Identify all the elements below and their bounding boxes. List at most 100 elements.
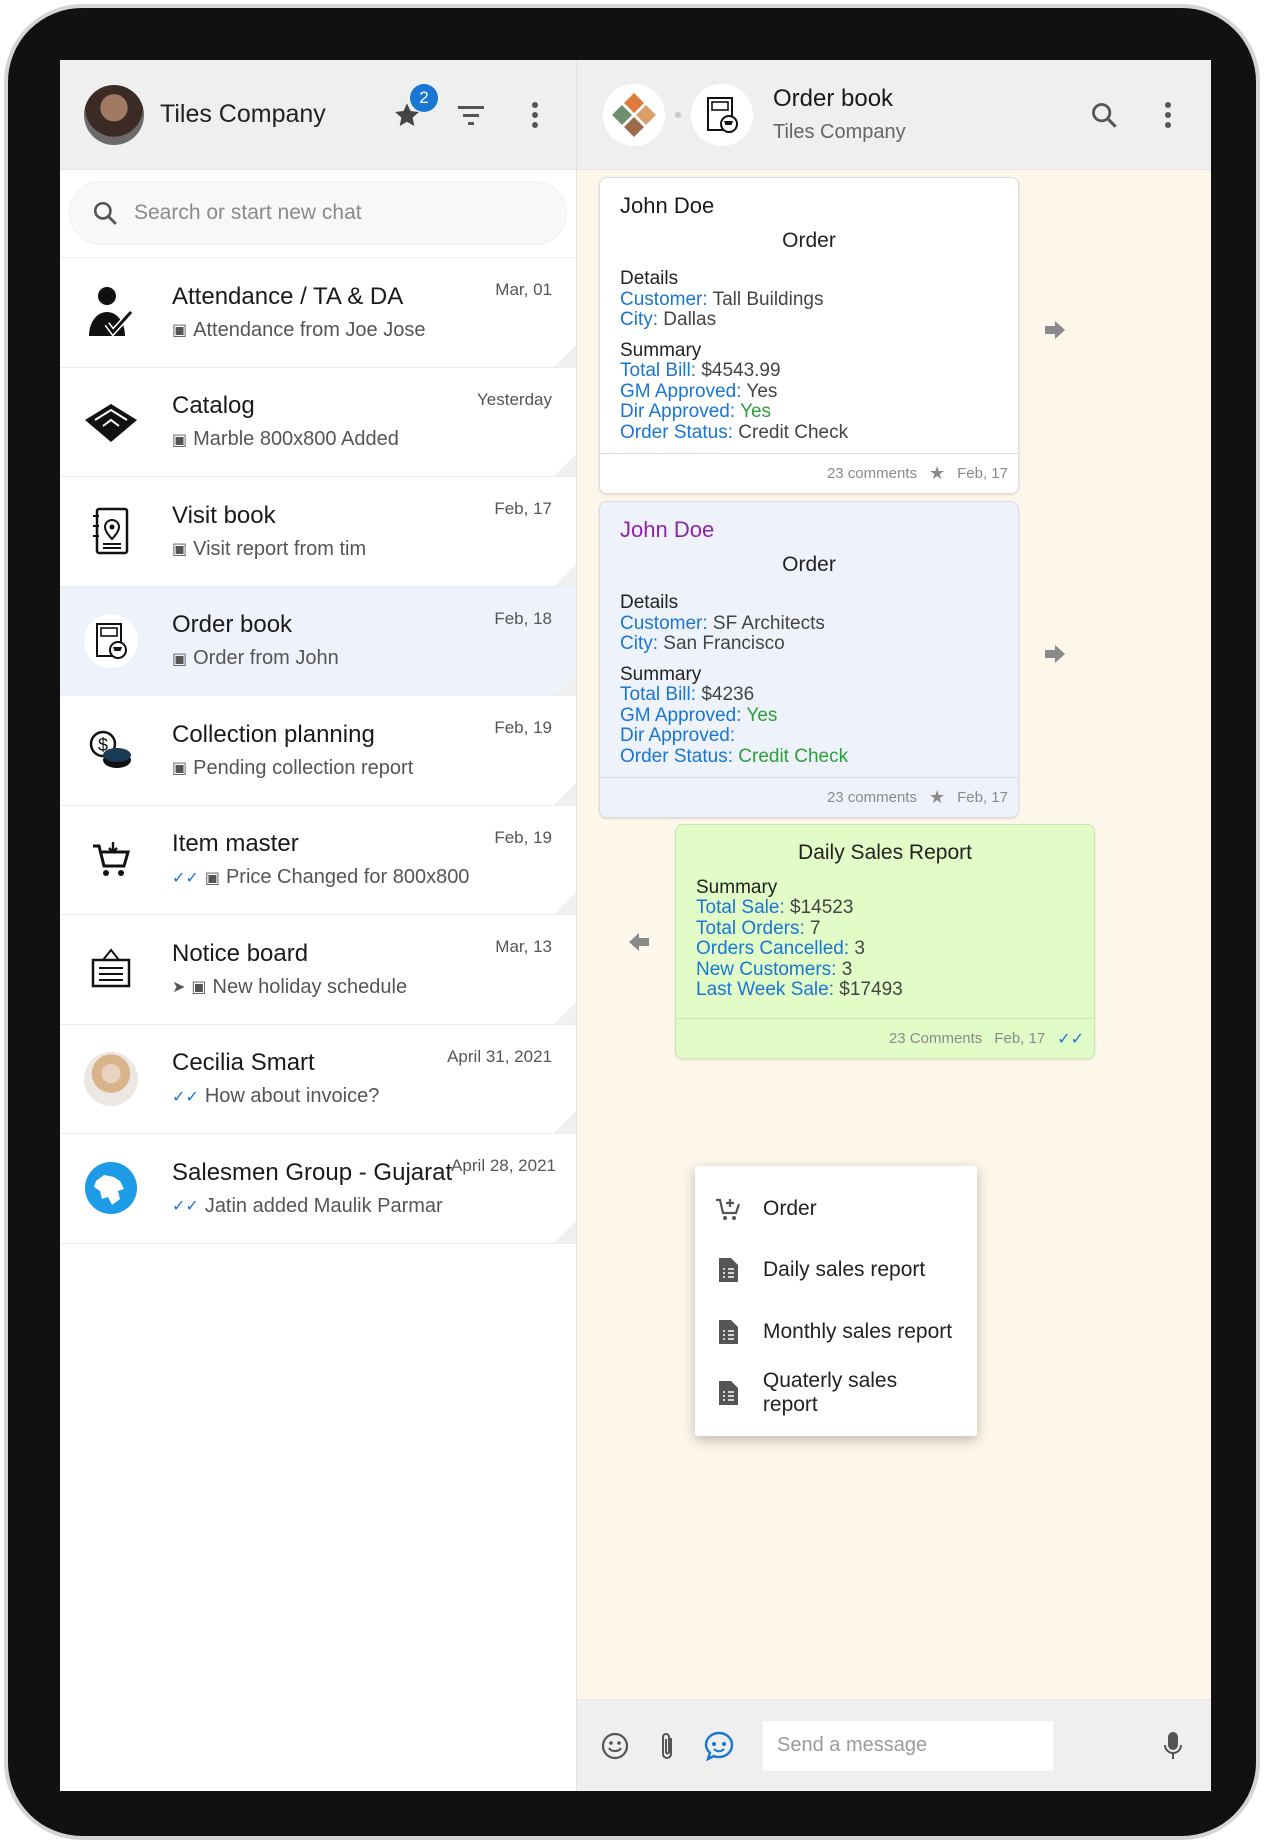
field-label: Total Bill: <box>620 360 697 381</box>
search-bar <box>60 170 576 258</box>
message-composer <box>577 1699 1211 1791</box>
more-vertical-icon <box>1165 101 1171 128</box>
chat-date: April 28, 2021 <box>451 1156 556 1175</box>
chat-item-collection-planning[interactable]: $ Collection planning ▣ Pending collectio… <box>60 696 576 806</box>
message-sender: John Doe <box>620 193 715 218</box>
chat-date: Mar, 01 <box>495 280 552 299</box>
conversation-pane: Order book Tiles Company John Doe Order … <box>577 60 1211 1791</box>
profile-avatar[interactable] <box>84 84 144 145</box>
microphone-icon <box>1164 1731 1182 1759</box>
menu-item-order[interactable]: Order <box>695 1178 977 1240</box>
field-value: $4236 <box>701 684 755 705</box>
comments-count[interactable]: 23 comments <box>827 465 917 482</box>
chat-list-pane: Tiles Company 2 Search or start new chat… <box>60 60 577 1791</box>
group-sender-icon: ▣ <box>204 869 220 887</box>
chat-header: Order book Tiles Company <box>577 60 1211 170</box>
comments-count[interactable]: 23 Comments <box>889 1030 982 1047</box>
search-input[interactable] <box>134 201 494 225</box>
group-map-icon <box>80 1157 142 1219</box>
chat-item-cecilia-smart[interactable]: Cecilia Smart ✓✓ How about invoice? April… <box>60 1025 576 1134</box>
field-value: Dallas <box>663 309 717 330</box>
double-check-icon: ✓✓ <box>1057 1030 1084 1048</box>
field-value: Yes <box>740 401 772 422</box>
field-value: Tall Buildings <box>712 288 824 310</box>
message-title: Order <box>782 552 836 576</box>
bot-button[interactable] <box>701 1728 737 1764</box>
collection-icon: $ <box>80 719 142 781</box>
menu-item-label: Quaterly sales report <box>762 1369 898 1417</box>
report-icon <box>719 1258 738 1283</box>
order-book-avatar[interactable] <box>691 83 753 146</box>
chat-preview: New holiday schedule <box>212 975 408 998</box>
order-book-icon <box>707 96 738 133</box>
chat-list: Attendance / TA & DA ▣ Attendance from Jo… <box>60 258 576 1244</box>
sent-icon: ➤ <box>172 979 186 997</box>
field-label: Total Bill: <box>620 684 697 705</box>
field-value: Credit Check <box>738 745 849 767</box>
message-title: Daily Sales Report <box>798 841 972 864</box>
field-value: $14523 <box>790 897 854 918</box>
chat-preview: Jatin added Maulik Parmar <box>204 1194 443 1217</box>
chat-item-attendance[interactable]: Attendance / TA & DA ▣ Attendance from Jo… <box>60 258 576 368</box>
group-sender-icon: ▣ <box>172 650 188 668</box>
details-label: Details <box>620 592 679 613</box>
details-label: Details <box>620 268 679 289</box>
chat-date: Mar, 13 <box>495 937 552 956</box>
menu-item-daily-sales-report[interactable]: Daily sales report <box>695 1240 977 1302</box>
attendance-icon <box>80 281 142 343</box>
voice-button[interactable] <box>1155 1728 1191 1764</box>
starred-count-badge: 2 <box>410 83 438 112</box>
company-logo[interactable] <box>603 83 665 146</box>
daily-sales-report-card[interactable]: Daily Sales Report Summary Total Sale: $… <box>675 824 1095 1059</box>
chat-item-item-master[interactable]: Item master ✓✓ ▣ Price Changed for 800x800… <box>60 806 576 915</box>
comments-count[interactable]: 23 comments <box>827 789 917 806</box>
filter-button[interactable] <box>454 98 488 132</box>
summary-label: Summary <box>696 876 778 898</box>
chat-date: Feb, 19 <box>494 718 552 737</box>
forward-arrow-left-icon[interactable] <box>627 930 651 954</box>
search-icon <box>93 201 117 225</box>
device-frame: Tiles Company 2 Search or start new chat… <box>4 4 1260 1840</box>
more-menu-button[interactable] <box>518 98 552 132</box>
menu-item-quaterly-sales-report[interactable]: Quaterly sales report <box>695 1363 977 1425</box>
forward-arrow-icon[interactable] <box>1043 318 1067 342</box>
chat-more-button[interactable] <box>1151 98 1185 132</box>
emoji-button[interactable] <box>597 1728 633 1764</box>
group-sender-icon: ▣ <box>172 760 188 778</box>
chat-item-catalog[interactable]: Catalog ▣ Marble 800x800 Added Yesterday <box>60 368 576 477</box>
left-header: Tiles Company 2 <box>60 60 576 170</box>
order-message-card[interactable]: John Doe Order Details Customer: Tall Bu… <box>599 177 1019 494</box>
chat-subtitle: Tiles Company <box>773 121 906 143</box>
attachment-menu: Order Daily sales report Monthly sales r… <box>695 1166 977 1436</box>
field-label: City: <box>620 633 658 654</box>
double-check-icon: ✓✓ <box>172 869 199 887</box>
visit-book-icon <box>80 500 142 562</box>
message-input[interactable] <box>763 1720 1053 1771</box>
chat-item-visit-book[interactable]: Visit book ▣ Visit report from tim Feb, 1… <box>60 477 576 587</box>
star-icon[interactable]: ★ <box>929 463 945 484</box>
field-label: GM Approved: <box>620 704 742 726</box>
chat-search-button[interactable] <box>1087 98 1121 132</box>
field-label: Total Orders: <box>696 917 805 939</box>
menu-item-label: Daily sales report <box>763 1258 926 1282</box>
chat-item-salesmen-group[interactable]: Salesmen Group - Gujarat ✓✓ Jatin added M… <box>60 1134 576 1244</box>
emoji-icon <box>601 1732 629 1759</box>
menu-item-label: Monthly sales report <box>763 1319 953 1343</box>
chat-item-order-book[interactable]: Order book ▣ Order from John Feb, 18 <box>60 586 576 696</box>
field-label: New Customers: <box>696 958 837 980</box>
group-sender-icon: ▣ <box>172 322 188 340</box>
field-value: Yes <box>746 704 778 726</box>
separator-dot <box>675 111 681 118</box>
order-message-card[interactable]: John Doe Order Details Customer: SF Arch… <box>599 501 1019 818</box>
chat-item-notice-board[interactable]: Notice board ➤ ▣ New holiday schedule Mar,… <box>60 915 576 1025</box>
add-cart-icon <box>716 1198 741 1220</box>
starred-button[interactable]: 2 <box>390 83 438 132</box>
star-icon[interactable]: ★ <box>929 787 945 808</box>
chat-preview: Pending collection report <box>193 756 414 779</box>
menu-item-monthly-sales-report[interactable]: Monthly sales report <box>695 1301 977 1363</box>
field-label: City: <box>620 309 658 330</box>
attach-button[interactable] <box>649 1728 685 1764</box>
forward-arrow-icon[interactable] <box>1043 642 1067 666</box>
chat-date: April 31, 2021 <box>447 1046 552 1066</box>
double-check-icon: ✓✓ <box>172 1198 199 1216</box>
